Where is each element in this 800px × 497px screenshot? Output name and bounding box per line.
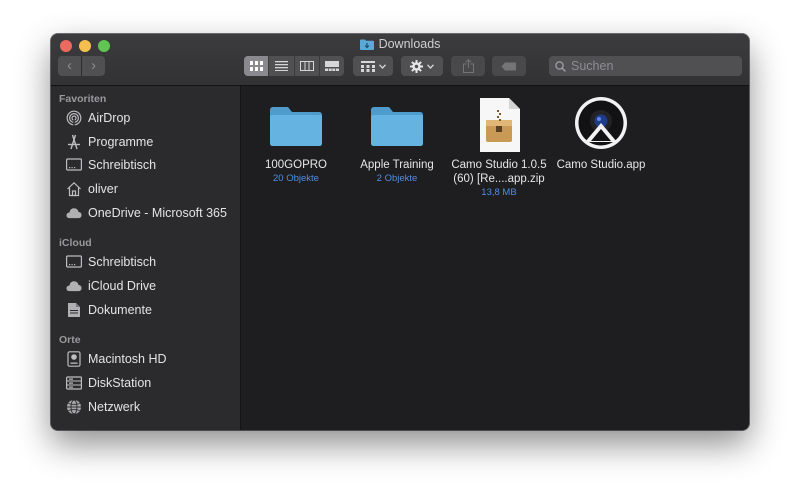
toolbar: ‹ ›	[51, 56, 749, 78]
downloads-folder-icon	[359, 39, 374, 50]
file-name: 100GOPRO	[265, 159, 327, 171]
search-field[interactable]	[549, 56, 742, 76]
sidebar-item-oliver[interactable]: oliver	[66, 179, 118, 199]
sidebar-item-icloud-schreibtisch[interactable]: Schreibtisch	[66, 252, 156, 272]
file-name: Apple Training	[360, 159, 434, 171]
zip-archive-icon	[469, 96, 529, 154]
gallery-icon	[324, 61, 339, 71]
window-title-text: Downloads	[378, 37, 441, 51]
edit-tags-button[interactable]	[492, 56, 526, 76]
file-name-line2: (60) [Re....app.zip	[453, 173, 545, 185]
folder-icon	[367, 96, 427, 154]
cloud-icon	[66, 278, 82, 294]
sidebar-item-airdrop[interactable]: AirDrop	[66, 108, 130, 128]
back-button[interactable]: ‹	[58, 56, 82, 76]
sidebar-item-label: Macintosh HD	[88, 352, 167, 366]
desktop-icon	[66, 254, 82, 270]
file-item[interactable]: Apple Training 2 Objekte	[342, 96, 452, 185]
sidebar-item-diskstation[interactable]: DiskStation	[66, 373, 151, 393]
sidebar-item-label: oliver	[88, 182, 118, 196]
share-button[interactable]	[451, 56, 485, 76]
sidebar-item-label: Schreibtisch	[88, 255, 157, 269]
sidebar-section-favorites: Favoriten	[59, 93, 107, 105]
sidebar-section-icloud: iCloud	[59, 237, 92, 249]
file-name: Camo Studio 1.0.5	[451, 159, 547, 171]
hard-drive-icon	[66, 351, 82, 367]
camo-app-icon	[571, 96, 631, 154]
sidebar-item-label: Netzwerk	[88, 400, 141, 414]
sidebar-item-label: Dokumente	[88, 303, 152, 317]
list-view-button[interactable]	[269, 56, 295, 76]
action-menu-button[interactable]	[401, 56, 443, 76]
titlebar: Downloads ‹ ›	[51, 34, 749, 86]
chevron-down-icon	[378, 63, 386, 69]
folder-icon	[266, 96, 326, 154]
view-mode-control	[244, 56, 344, 76]
gear-icon	[410, 59, 423, 73]
sidebar-section-orte: Orte	[59, 334, 81, 346]
navigation-buttons: ‹ ›	[58, 56, 105, 76]
file-browser: 100GOPRO 20 Objekte Apple Training 2 Obj…	[241, 86, 749, 430]
forward-button[interactable]: ›	[82, 56, 105, 76]
list-icon	[274, 61, 288, 71]
file-item[interactable]: Camo Studio.app	[546, 96, 656, 172]
column-view-button[interactable]	[295, 56, 320, 76]
server-icon	[66, 375, 82, 391]
applications-icon	[66, 134, 82, 150]
group-by-button[interactable]	[353, 56, 393, 76]
document-icon	[66, 302, 82, 318]
columns-icon	[299, 61, 314, 71]
file-meta: 13,8 MB	[481, 187, 517, 198]
finder-window: Downloads ‹ › Suchen Favoriten AirDrop P…	[51, 34, 749, 430]
airdrop-icon	[66, 110, 82, 126]
sidebar-item-label: Programme	[88, 135, 154, 149]
gallery-view-button[interactable]	[320, 56, 344, 76]
file-item[interactable]: 100GOPRO 20 Objekte	[241, 96, 351, 185]
icon-grid-icon	[249, 61, 263, 71]
magnifier-icon	[555, 60, 566, 72]
window-title: Downloads	[51, 37, 749, 51]
sidebar-item-schreibtisch[interactable]: Schreibtisch	[66, 155, 156, 175]
sidebar-item-programme[interactable]: Programme	[66, 132, 153, 152]
chevron-down-icon	[427, 63, 434, 69]
sidebar-item-label: OneDrive - Microsoft 365	[88, 206, 227, 220]
sidebar: Favoriten AirDrop Programme Schreibtisch…	[51, 86, 241, 430]
share-icon	[462, 59, 474, 73]
sidebar-item-label: iCloud Drive	[88, 279, 157, 293]
sidebar-item-label: Schreibtisch	[88, 158, 157, 172]
icon-view-button[interactable]	[244, 56, 270, 76]
sidebar-item-dokumente[interactable]: Dokumente	[66, 300, 152, 320]
sidebar-item-netzwerk[interactable]: Netzwerk	[66, 397, 140, 417]
file-item[interactable]: Camo Studio 1.0.5 (60) [Re....app.zip 13…	[444, 96, 554, 199]
file-name: Camo Studio.app	[556, 159, 646, 171]
tag-icon	[501, 62, 516, 70]
cloud-icon	[66, 205, 82, 221]
file-meta: 2 Objekte	[376, 173, 418, 184]
home-icon	[66, 181, 82, 197]
sidebar-item-macintosh-hd[interactable]: Macintosh HD	[66, 349, 167, 369]
sidebar-item-icloud-drive[interactable]: iCloud Drive	[66, 276, 156, 296]
network-icon	[66, 399, 82, 415]
sidebar-item-label: AirDrop	[88, 111, 131, 125]
search-input[interactable]	[571, 59, 731, 73]
file-meta: 20 Objekte	[273, 173, 319, 184]
sidebar-item-onedrive[interactable]: OneDrive - Microsoft 365	[66, 203, 227, 223]
group-grid-icon	[360, 60, 375, 72]
desktop-icon	[66, 157, 82, 173]
sidebar-item-label: DiskStation	[88, 376, 152, 390]
